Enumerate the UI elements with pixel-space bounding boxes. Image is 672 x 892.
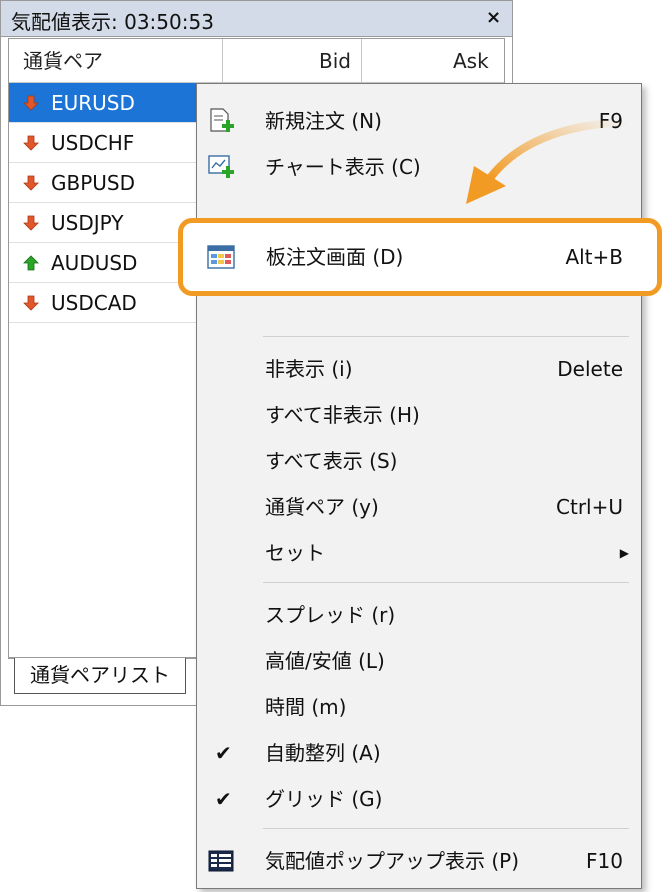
column-header-ask[interactable]: Ask: [453, 39, 489, 83]
window-title-bar: 気配値表示: 03:50:53 ×: [1, 1, 512, 37]
menu-item-label: 自動整列 (A): [265, 741, 381, 765]
new-order-icon: [210, 108, 234, 132]
menu-item-sets[interactable]: セット ▶: [197, 530, 641, 576]
menu-item-popup-prices[interactable]: 気配値ポップアップ表示 (P) F10: [197, 838, 641, 884]
menu-item-label: 板注文画面 (D): [266, 245, 404, 269]
menu-item-label: スプレッド (r): [265, 603, 396, 627]
callout-arrow-icon: [466, 118, 629, 204]
column-header-symbol[interactable]: 通貨ペア: [23, 39, 103, 83]
arrow-down-icon: [23, 215, 39, 231]
tab-symbol-list[interactable]: 通貨ペアリスト: [14, 658, 186, 694]
order-board-icon: [207, 245, 235, 269]
chart-window-icon: [208, 155, 234, 178]
arrow-down-icon: [23, 175, 39, 191]
menu-item-order-board[interactable]: 板注文画面 (D) Alt+B: [178, 218, 662, 296]
menu-item-shortcut: Alt+B: [565, 245, 623, 269]
menu-item-symbols[interactable]: 通貨ペア (y) Ctrl+U: [197, 484, 641, 530]
close-icon[interactable]: ×: [486, 7, 501, 28]
menu-item-show-all[interactable]: すべて表示 (S): [197, 438, 641, 484]
menu-item-shortcut: F10: [586, 849, 623, 873]
menu-item-label: 時間 (m): [265, 695, 347, 719]
menu-item-time[interactable]: 時間 (m): [197, 684, 641, 730]
arrow-down-icon: [23, 295, 39, 311]
window-title: 気配値表示: 03:50:53: [11, 10, 214, 34]
menu-item-label: セット: [265, 541, 325, 565]
menu-item-label: 新規注文 (N): [265, 109, 382, 133]
menu-item-label: グリッド (G): [265, 787, 383, 811]
menu-item-high-low[interactable]: 高値/安値 (L): [197, 638, 641, 684]
menu-item-grid[interactable]: ✔ グリッド (G): [197, 776, 641, 822]
menu-item-auto-arrange[interactable]: ✔ 自動整列 (A): [197, 730, 641, 776]
menu-item-label: 高値/安値 (L): [265, 649, 385, 673]
symbol-name: EURUSD: [51, 91, 135, 115]
menu-item-label: 非表示 (i): [265, 357, 353, 381]
popup-prices-icon: [208, 850, 234, 872]
checkmark-icon: ✔: [215, 787, 232, 811]
symbol-name: USDCAD: [51, 291, 137, 315]
arrow-down-icon: [23, 95, 39, 111]
menu-item-label: すべて表示 (S): [265, 449, 398, 473]
table-header: 通貨ペア Bid Ask: [9, 39, 504, 83]
arrow-up-icon: [23, 255, 39, 271]
menu-item-shortcut: Ctrl+U: [556, 495, 623, 519]
checkmark-icon: ✔: [215, 741, 232, 765]
menu-item-shortcut: Delete: [557, 357, 623, 381]
menu-item-hide[interactable]: 非表示 (i) Delete: [197, 346, 641, 392]
menu-item-spread[interactable]: スプレッド (r): [197, 592, 641, 638]
menu-item-label: 気配値ポップアップ表示 (P): [265, 849, 520, 873]
menu-item-label: すべて非表示 (H): [265, 403, 420, 427]
symbol-name: USDCHF: [51, 131, 135, 155]
submenu-arrow-icon: ▶: [619, 546, 629, 560]
symbol-name: AUDUSD: [51, 251, 138, 275]
menu-item-label: チャート表示 (C): [265, 155, 421, 179]
menu-item-hide-all[interactable]: すべて非表示 (H): [197, 392, 641, 438]
column-header-bid[interactable]: Bid: [319, 39, 351, 83]
symbol-name: GBPUSD: [51, 171, 136, 195]
menu-item-label: 通貨ペア (y): [265, 495, 379, 519]
symbol-name: USDJPY: [51, 211, 124, 235]
arrow-down-icon: [23, 135, 39, 151]
